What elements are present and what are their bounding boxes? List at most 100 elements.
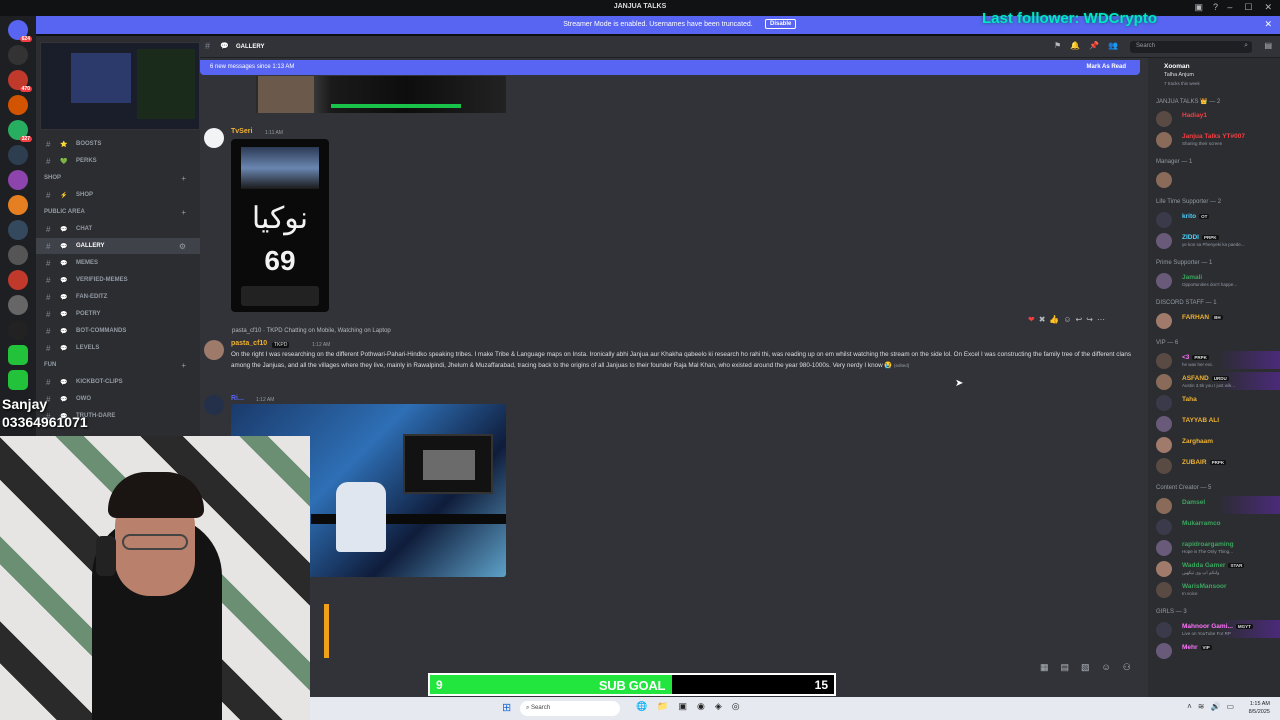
clock[interactable]: 1:15 AM 8/5/2025	[1249, 700, 1270, 716]
channel-item[interactable]: # 💬 verified-memes	[36, 272, 200, 288]
avatar[interactable]	[1156, 437, 1172, 453]
add-channel-icon[interactable]: +	[181, 174, 186, 183]
avatar[interactable]	[1156, 622, 1172, 638]
avatar[interactable]	[1156, 458, 1172, 474]
avatar[interactable]	[1156, 212, 1172, 228]
channel-item[interactable]: # 💬 memes	[36, 255, 200, 271]
discord-home-icon[interactable]: 624	[8, 20, 32, 42]
emoji-icon[interactable]: ☺	[1102, 662, 1111, 673]
avatar[interactable]	[1156, 416, 1172, 432]
gift-icon[interactable]: ▦	[1040, 662, 1049, 673]
avatar[interactable]	[1156, 172, 1172, 188]
member-item[interactable]: krito OT	[1156, 210, 1280, 228]
channel-category[interactable]: SHOP +	[36, 170, 200, 186]
member-item[interactable]	[1156, 170, 1280, 188]
server-icon[interactable]	[8, 195, 28, 215]
channel-item[interactable]: # 💬 levels	[36, 340, 200, 356]
member-item[interactable]: Damsel	[1156, 496, 1280, 514]
avatar[interactable]	[1156, 561, 1172, 577]
reaction-icon[interactable]: ✖	[1039, 315, 1046, 324]
member-top-activity[interactable]: Xooman Talha Anjum 7 tracks this week	[1156, 60, 1280, 86]
add-reaction-icon[interactable]: ☺	[1063, 315, 1071, 324]
new-messages-bar[interactable]: 6 new messages since 1:13 AM Mark As Rea…	[200, 60, 1140, 75]
member-item[interactable]: Mukarramco	[1156, 517, 1280, 535]
server-icon[interactable]	[8, 320, 28, 340]
inbox-icon[interactable]: ▤	[1264, 41, 1272, 50]
channel-item[interactable]: # ⚡ shop	[36, 187, 200, 203]
message-author[interactable]: Ri...	[231, 395, 244, 402]
avatar[interactable]	[1156, 273, 1172, 289]
pin-icon[interactable]: 📌	[1089, 41, 1099, 50]
gif-icon[interactable]: ▤	[1061, 662, 1070, 673]
member-item[interactable]: <3 PRPK he was her exc.	[1156, 351, 1280, 369]
threads-icon[interactable]: ⚑	[1054, 41, 1061, 50]
channel-category[interactable]: FUN +	[36, 357, 200, 373]
start-icon[interactable]: ⊞	[502, 701, 511, 714]
channel-item[interactable]: # 💬 poetry	[36, 306, 200, 322]
channel-category[interactable]: PUBLIC AREA +	[36, 204, 200, 220]
member-item[interactable]: Mahnoor Gami... MGYT Live on YouTube For R…	[1156, 620, 1280, 638]
member-item[interactable]: WarisMansoor In voice	[1156, 580, 1280, 598]
more-icon[interactable]: ⋯	[1097, 315, 1105, 324]
avatar[interactable]	[1156, 582, 1172, 598]
member-item[interactable]: ZUBAIR PRPK	[1156, 456, 1280, 474]
server-icon[interactable]	[8, 95, 28, 115]
app-icon[interactable]: 🌐	[636, 701, 647, 712]
channel-item[interactable]: # 💬 fan-editz	[36, 289, 200, 305]
discord-icon[interactable]: ◎	[732, 701, 740, 712]
server-icon[interactable]	[8, 220, 28, 240]
server-icon[interactable]	[8, 270, 28, 290]
member-item[interactable]: rapidroargaming Hope is The Only Thing...	[1156, 538, 1280, 556]
add-channel-icon[interactable]: +	[181, 361, 186, 370]
avatar[interactable]	[204, 395, 224, 415]
chevron-up-icon[interactable]: ˄	[1187, 702, 1192, 711]
message-area[interactable]	[200, 58, 1148, 698]
avatar[interactable]	[1156, 132, 1172, 148]
add-server-icon[interactable]	[8, 345, 28, 365]
channel-item[interactable]: # 💚 perks	[36, 153, 200, 169]
server-icon[interactable]: 470	[8, 70, 32, 92]
search-input[interactable]: Search ⌕	[1130, 41, 1252, 53]
minimize-icon[interactable]: –	[1227, 2, 1232, 13]
mark-as-read-button[interactable]: Mark As Read	[1087, 64, 1126, 70]
inbox-icon[interactable]: ▣	[1194, 2, 1203, 13]
maximize-icon[interactable]: ☐	[1244, 2, 1252, 13]
avatar[interactable]	[1156, 374, 1172, 390]
reply-icon[interactable]: ↩	[1076, 315, 1083, 324]
volume-icon[interactable]: 🔊	[1210, 702, 1220, 711]
help-icon[interactable]: ?	[1213, 2, 1218, 13]
avatar[interactable]	[204, 128, 224, 148]
server-icon[interactable]	[8, 245, 28, 265]
close-window-icon[interactable]: ✕	[1264, 2, 1272, 13]
file-explorer-icon[interactable]: 📁	[657, 701, 668, 712]
bell-icon[interactable]: 🔔	[1070, 41, 1080, 50]
avatar[interactable]	[1156, 313, 1172, 329]
server-icon[interactable]	[8, 170, 28, 190]
avatar[interactable]	[1156, 111, 1172, 127]
channel-item[interactable]: # 💬 bot-commands	[36, 323, 200, 339]
avatar[interactable]	[1156, 395, 1172, 411]
members-icon[interactable]: 👥	[1108, 41, 1118, 50]
attachment-image[interactable]: نوکیا 69	[231, 139, 329, 312]
close-icon[interactable]: ✕	[1264, 19, 1272, 30]
channel-item[interactable]: # ⭐ boosts	[36, 136, 200, 152]
member-item[interactable]: Janjua Talks YT#007 Sharing their screen	[1156, 130, 1280, 148]
avatar[interactable]	[1156, 353, 1172, 369]
wifi-icon[interactable]: ≋	[1198, 702, 1205, 711]
server-icon[interactable]	[8, 45, 28, 65]
disable-streamer-mode-button[interactable]: Disable	[765, 19, 797, 29]
message-author[interactable]: pasta_cf10	[231, 340, 267, 347]
battery-icon[interactable]: ▭	[1226, 702, 1234, 711]
message-author[interactable]: TvSeri	[231, 128, 252, 135]
server-icon[interactable]: 327	[8, 120, 32, 142]
avatar[interactable]	[1156, 498, 1172, 514]
member-item[interactable]: Zarghaam	[1156, 435, 1280, 453]
member-item[interactable]: Hadiay1	[1156, 109, 1280, 127]
channel-item[interactable]: # 💬 chat	[36, 221, 200, 237]
member-item[interactable]: FARHAN BH	[1156, 311, 1280, 329]
member-item[interactable]: Taha	[1156, 393, 1280, 411]
add-channel-icon[interactable]: +	[181, 208, 186, 217]
member-item[interactable]: Wadda Gamer STAR ولنکم اپ وی تیکھیں	[1156, 559, 1280, 577]
forward-icon[interactable]: ↪	[1086, 315, 1093, 324]
apps-icon[interactable]: ⚇	[1123, 662, 1131, 673]
